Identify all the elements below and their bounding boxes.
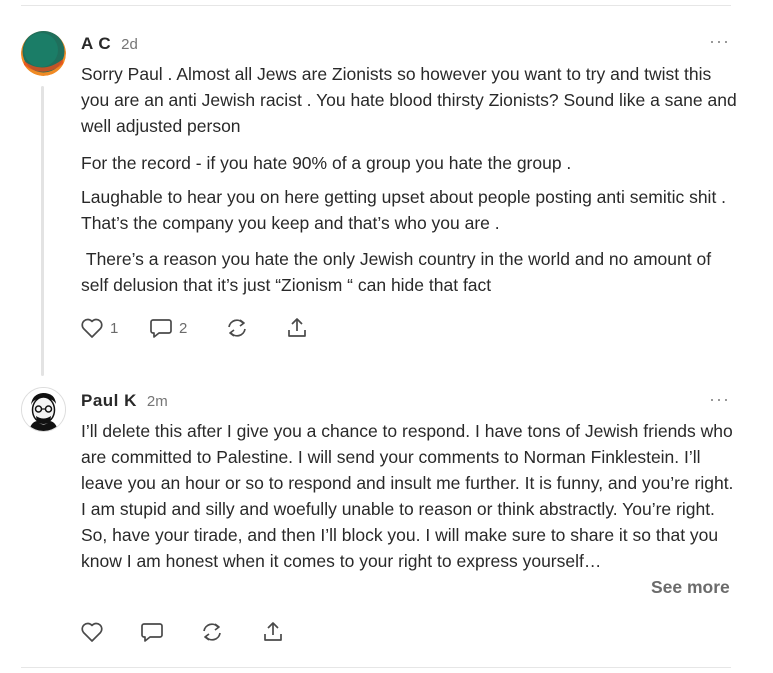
comment-bubble-icon (150, 319, 172, 338)
share-icon (288, 318, 306, 337)
see-more-link[interactable]: See more (651, 577, 730, 598)
comment-bubble-icon (141, 623, 163, 642)
comment-paragraph: Sorry Paul . Almost all Jews are Zionist… (81, 64, 742, 136)
share-icon (264, 622, 282, 641)
divider-top (21, 5, 731, 6)
comment-paragraph: I’ll delete this after I give you a chan… (81, 421, 739, 571)
more-options-button[interactable]: ··· (709, 32, 730, 50)
reply-count: 2 (179, 319, 188, 337)
restack-icon (228, 319, 246, 337)
restack-button[interactable] (200, 621, 224, 643)
avatar-paul-k[interactable] (21, 387, 66, 432)
heart-icon (81, 622, 103, 642)
comment-header: A C 2d (81, 34, 138, 54)
avatar-ac-image (21, 31, 66, 76)
timestamp[interactable]: 2d (121, 36, 138, 53)
like-count: 1 (110, 319, 119, 337)
like-button[interactable] (80, 621, 104, 643)
restack-icon (203, 623, 221, 641)
divider-bottom (21, 667, 731, 668)
heart-icon (81, 318, 103, 338)
avatar-paul-k-image (22, 388, 65, 431)
thread-line (41, 86, 44, 376)
comment-paragraph: There’s a reason you hate the only Jewis… (81, 249, 716, 295)
share-button[interactable] (285, 316, 309, 340)
author-name[interactable]: A C (81, 34, 111, 54)
comment-paragraph: For the record - if you hate 90% of a gr… (81, 153, 572, 173)
restack-button[interactable] (225, 317, 249, 339)
author-name[interactable]: Paul K (81, 391, 137, 411)
comment-header: Paul K 2m (81, 391, 168, 411)
timestamp[interactable]: 2m (147, 393, 168, 410)
reply-button[interactable]: 2 (149, 317, 187, 339)
more-options-button[interactable]: ··· (709, 390, 730, 408)
reply-button[interactable] (140, 621, 164, 643)
comment-paragraph: Laughable to hear you on here getting up… (81, 187, 736, 233)
share-button[interactable] (261, 620, 285, 644)
avatar-ac[interactable] (21, 31, 66, 76)
like-button[interactable]: 1 (80, 317, 118, 339)
